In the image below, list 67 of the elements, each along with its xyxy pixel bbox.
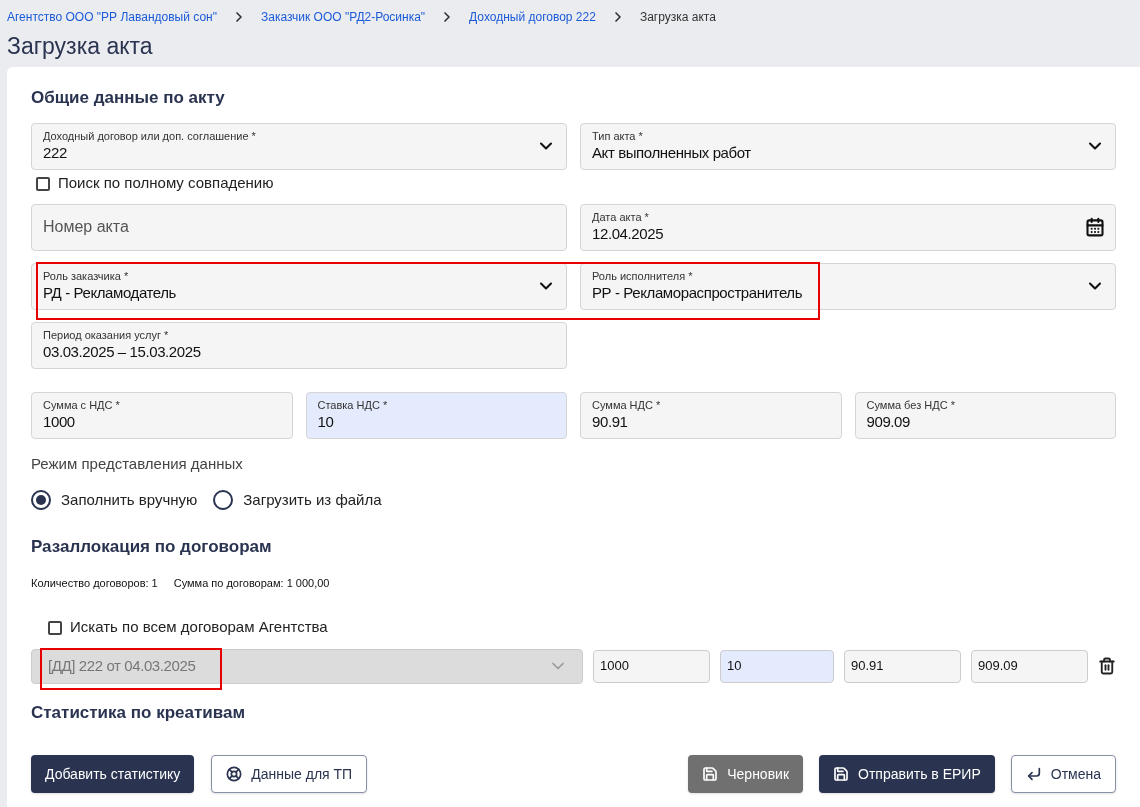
input-field[interactable]: Период оказания услуг * 03.03.2025 – 15.03.2025 xyxy=(31,321,567,369)
radio-button[interactable] xyxy=(213,490,234,511)
action-button[interactable]: Отправить в ЕРИР xyxy=(819,755,995,793)
radio-label: Загрузить из файла xyxy=(243,490,382,510)
field-value: 909.09 xyxy=(978,657,1018,676)
field-placeholder: Номер акта xyxy=(43,217,130,237)
field-label: Доходный договор или доп. соглашение * xyxy=(43,129,257,143)
field-value: 10 xyxy=(727,657,742,676)
field-value: 10 xyxy=(317,412,335,432)
field-value: 1000 xyxy=(600,657,629,676)
section-title: Общие данные по акту xyxy=(31,87,226,109)
radio-label: Заполнить вручную xyxy=(61,490,198,510)
section-label: Режим представления данных xyxy=(31,453,244,474)
action-button[interactable]: Отмена xyxy=(1010,755,1116,793)
field-value: 1000 xyxy=(43,412,76,432)
return-icon xyxy=(1025,766,1042,782)
field-label: Ставка НДС * xyxy=(317,398,389,412)
calendar-icon xyxy=(1085,217,1105,237)
field-value: 909.09 xyxy=(866,412,911,432)
breadcrumb-current: Загрузка акта xyxy=(639,9,716,26)
input-field[interactable]: Сумма без НДС * 909.09 xyxy=(854,391,1116,439)
select-field[interactable]: Роль заказчика * РД - Рекламодатель xyxy=(31,262,567,310)
field-value: Акт выполненных работ xyxy=(592,143,752,163)
checkbox-label: Искать по всем договорам Агентства xyxy=(70,617,328,638)
summary-text: Сумма по договорам: 1 000,00 xyxy=(173,576,330,591)
field-value: [ДД] 222 от 04.03.2025 xyxy=(48,657,196,675)
lifebuoy-icon xyxy=(226,766,243,782)
select-field[interactable]: Роль исполнителя * РР - Рекламораспространитель xyxy=(580,262,1116,310)
radio-button[interactable] xyxy=(31,490,51,511)
field-value: 222 xyxy=(43,143,68,163)
summary-text: Количество договоров: 1 xyxy=(31,576,158,591)
field-value: 12.04.2025 xyxy=(592,224,665,244)
page-title: Загрузка акта xyxy=(6,32,154,61)
field-value: 03.03.2025 – 15.03.2025 xyxy=(43,342,202,362)
field-label: Роль исполнителя * xyxy=(592,269,694,283)
section-title: Разаллокация по договорам xyxy=(31,535,273,558)
field-label: Тип акта * xyxy=(592,129,644,143)
field-value: РР - Рекламораспространитель xyxy=(592,283,804,303)
checkbox-label: Поиск по полному совпадению xyxy=(58,173,274,194)
input-field[interactable]: Ставка НДС * 10 xyxy=(305,391,567,439)
input-field[interactable]: Номер акта xyxy=(31,203,567,251)
field-value: РД - Рекламодатель xyxy=(43,283,177,303)
checkbox[interactable] xyxy=(48,620,62,635)
checkbox[interactable] xyxy=(36,176,50,191)
breadcrumb-link[interactable]: Заказчик ООО "РД2-Росинка" xyxy=(260,8,426,26)
delete-icon[interactable] xyxy=(1098,657,1116,675)
date-field[interactable]: Дата акта * 12.04.2025 xyxy=(580,203,1116,251)
select-field[interactable]: Доходный договор или доп. соглашение * 222 xyxy=(31,122,567,170)
save-icon xyxy=(833,766,850,782)
section-title: Статистика по креативам xyxy=(31,701,246,724)
field-label: Сумма НДС * xyxy=(592,398,662,412)
field-label: Сумма с НДС * xyxy=(43,398,121,412)
field-label: Роль заказчика * xyxy=(43,269,130,283)
input-field[interactable]: Сумма с НДС * 1000 xyxy=(31,391,293,439)
breadcrumb-link[interactable]: Доходный договор 222 xyxy=(469,8,596,26)
breadcrumb-link[interactable]: Агентство ООО "РР Лавандовый сон" xyxy=(7,8,217,26)
field-label: Сумма без НДС * xyxy=(866,398,956,412)
action-button[interactable]: Добавить статистику xyxy=(31,755,195,793)
select-field[interactable]: Тип акта * Акт выполненных работ xyxy=(580,122,1116,170)
save-icon xyxy=(702,766,719,782)
input-field[interactable]: Сумма НДС * 90.91 xyxy=(580,391,842,439)
action-button[interactable]: Данные для ТП xyxy=(211,755,368,793)
field-label: Период оказания услуг * xyxy=(43,328,170,342)
field-label: Дата акта * xyxy=(592,210,650,224)
action-button[interactable]: Черновик xyxy=(688,755,804,793)
field-value: 90.91 xyxy=(592,412,629,432)
field-value: 90.91 xyxy=(851,657,884,676)
